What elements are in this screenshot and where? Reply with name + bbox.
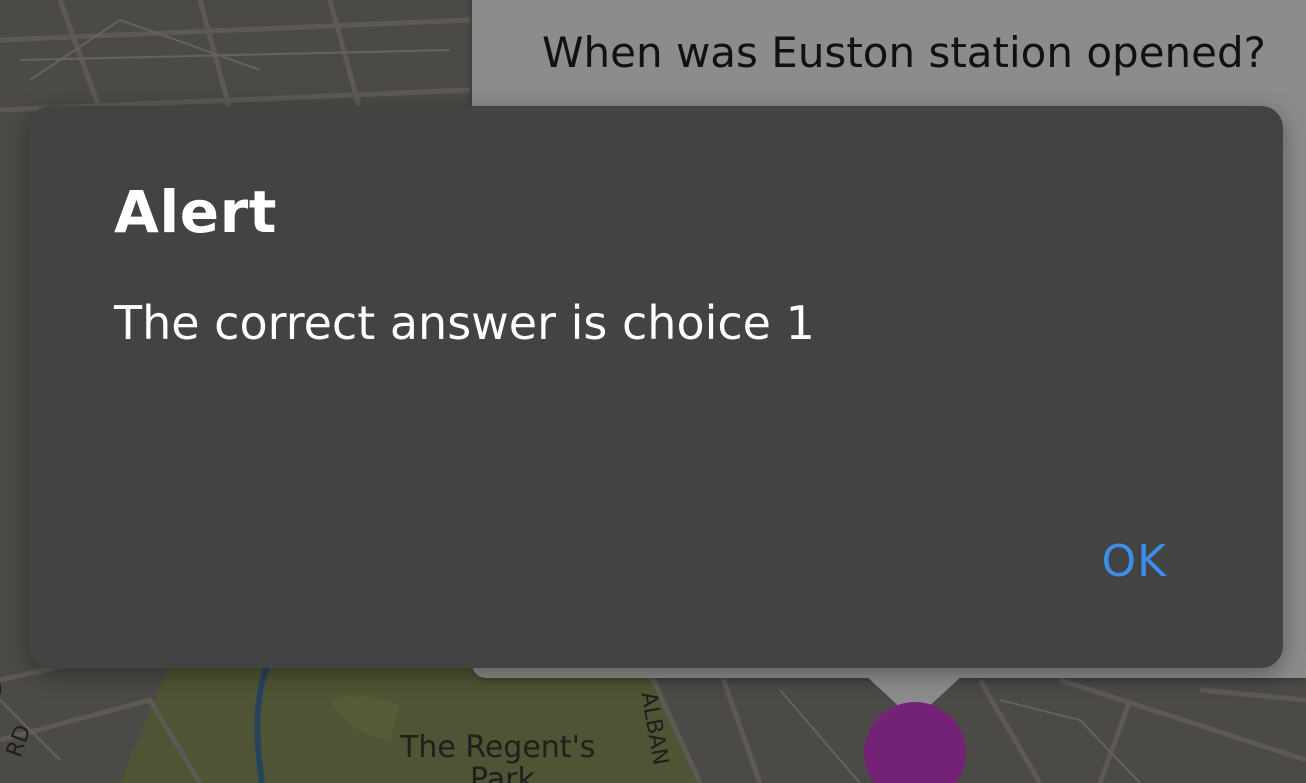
dialog-message: The correct answer is choice 1 [114, 296, 815, 350]
dialog-title: Alert [114, 178, 277, 246]
ok-button[interactable]: OK [1076, 530, 1194, 593]
alert-dialog: Alert The correct answer is choice 1 OK [29, 106, 1283, 668]
